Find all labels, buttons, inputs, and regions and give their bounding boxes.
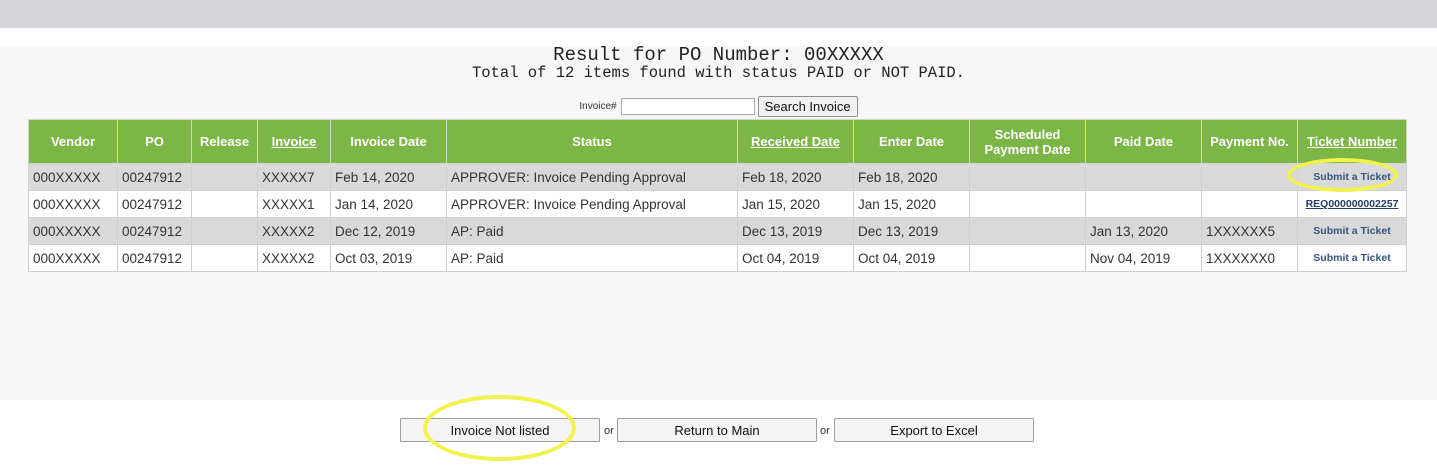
col-header-scheduled-payment-date: Scheduled Payment Date [969,119,1086,164]
cell-enter-date: Jan 15, 2020 [853,190,970,218]
search-invoice-button[interactable]: Search Invoice [757,95,858,117]
invoice-search-label: Invoice# [579,100,617,112]
cell-payment-no [1201,163,1298,191]
cell-vendor: 000XXXXX [28,244,118,272]
col-header-po: PO [117,119,192,164]
cell-status: APPROVER: Invoice Pending Approval [446,163,738,191]
page-title: Result for PO Number: 00XXXXX [553,44,884,66]
table-row: 000XXXXX 00247912 XXXXX2 Oct 03, 2019 AP… [28,244,1407,272]
top-banner [0,0,1437,28]
cell-invoice: XXXXX2 [257,244,331,272]
cell-enter-date: Dec 13, 2019 [853,217,970,245]
cell-release [191,163,258,191]
footer-actions: Invoice Not listed or Return to Main or … [0,418,1437,442]
cell-release [191,190,258,218]
cell-ticket: Submit a Ticket [1297,217,1407,245]
cell-ticket: REQ000000002257 [1297,190,1407,218]
ticket-number-link[interactable]: REQ000000002257 [1306,198,1399,210]
cell-received-date: Dec 13, 2019 [737,217,854,245]
col-header-payment-no: Payment No. [1201,119,1298,164]
cell-scheduled-payment-date [969,163,1086,191]
cell-paid-date [1085,190,1202,218]
cell-vendor: 000XXXXX [28,190,118,218]
cell-enter-date: Feb 18, 2020 [853,163,970,191]
or-separator: or [604,425,614,437]
cell-scheduled-payment-date [969,244,1086,272]
col-header-vendor: Vendor [28,119,118,164]
cell-invoice: XXXXX2 [257,217,331,245]
table-row: 000XXXXX 00247912 XXXXX1 Jan 14, 2020 AP… [28,190,1407,218]
cell-invoice: XXXXX7 [257,163,331,191]
col-header-ticket-number-sort[interactable]: Ticket Number [1297,119,1407,164]
submit-ticket-link[interactable]: Submit a Ticket [1313,252,1390,264]
cell-release [191,217,258,245]
cell-paid-date: Jan 13, 2020 [1085,217,1202,245]
invoice-search-input[interactable] [620,97,755,115]
cell-po: 00247912 [117,217,192,245]
cell-vendor: 000XXXXX [28,217,118,245]
cell-scheduled-payment-date [969,190,1086,218]
cell-status: AP: Paid [446,244,738,272]
cell-ticket: Submit a Ticket [1297,244,1407,272]
cell-status: APPROVER: Invoice Pending Approval [446,190,738,218]
cell-payment-no [1201,190,1298,218]
cell-invoice-date: Dec 12, 2019 [330,217,447,245]
cell-invoice-date: Feb 14, 2020 [330,163,447,191]
cell-po: 00247912 [117,190,192,218]
cell-paid-date: Nov 04, 2019 [1085,244,1202,272]
col-header-paid-date: Paid Date [1085,119,1202,164]
col-header-release: Release [191,119,258,164]
export-to-excel-button[interactable]: Export to Excel [834,418,1034,442]
col-header-invoice-sort[interactable]: Invoice [257,119,331,164]
cell-received-date: Feb 18, 2020 [737,163,854,191]
cell-received-date: Oct 04, 2019 [737,244,854,272]
invoice-not-listed-button[interactable]: Invoice Not listed [400,418,600,442]
table-header-row: Vendor PO Release Invoice Invoice Date S… [28,119,1407,164]
cell-po: 00247912 [117,163,192,191]
cell-scheduled-payment-date [969,217,1086,245]
cell-invoice: XXXXX1 [257,190,331,218]
cell-ticket: Submit a Ticket [1297,163,1407,191]
cell-status: AP: Paid [446,217,738,245]
col-header-invoice-date: Invoice Date [330,119,447,164]
results-summary: Total of 12 items found with status PAID… [472,64,965,82]
cell-paid-date [1085,163,1202,191]
col-header-received-date-sort[interactable]: Received Date [737,119,854,164]
cell-po: 00247912 [117,244,192,272]
cell-payment-no: 1XXXXXX0 [1201,244,1298,272]
cell-vendor: 000XXXXX [28,163,118,191]
cell-received-date: Jan 15, 2020 [737,190,854,218]
return-to-main-button[interactable]: Return to Main [617,418,817,442]
cell-enter-date: Oct 04, 2019 [853,244,970,272]
submit-ticket-link[interactable]: Submit a Ticket [1313,171,1390,183]
invoice-results-table: Vendor PO Release Invoice Invoice Date S… [28,119,1407,272]
invoice-search-bar: Invoice# Search Invoice [0,95,1437,117]
cell-payment-no: 1XXXXXX5 [1201,217,1298,245]
cell-release [191,244,258,272]
table-row: 000XXXXX 00247912 XXXXX2 Dec 12, 2019 AP… [28,217,1407,245]
cell-invoice-date: Oct 03, 2019 [330,244,447,272]
submit-ticket-link[interactable]: Submit a Ticket [1313,225,1390,237]
col-header-enter-date: Enter Date [853,119,970,164]
table-row: 000XXXXX 00247912 XXXXX7 Feb 14, 2020 AP… [28,163,1407,191]
cell-invoice-date: Jan 14, 2020 [330,190,447,218]
col-header-status: Status [446,119,738,164]
or-separator: or [820,425,830,437]
